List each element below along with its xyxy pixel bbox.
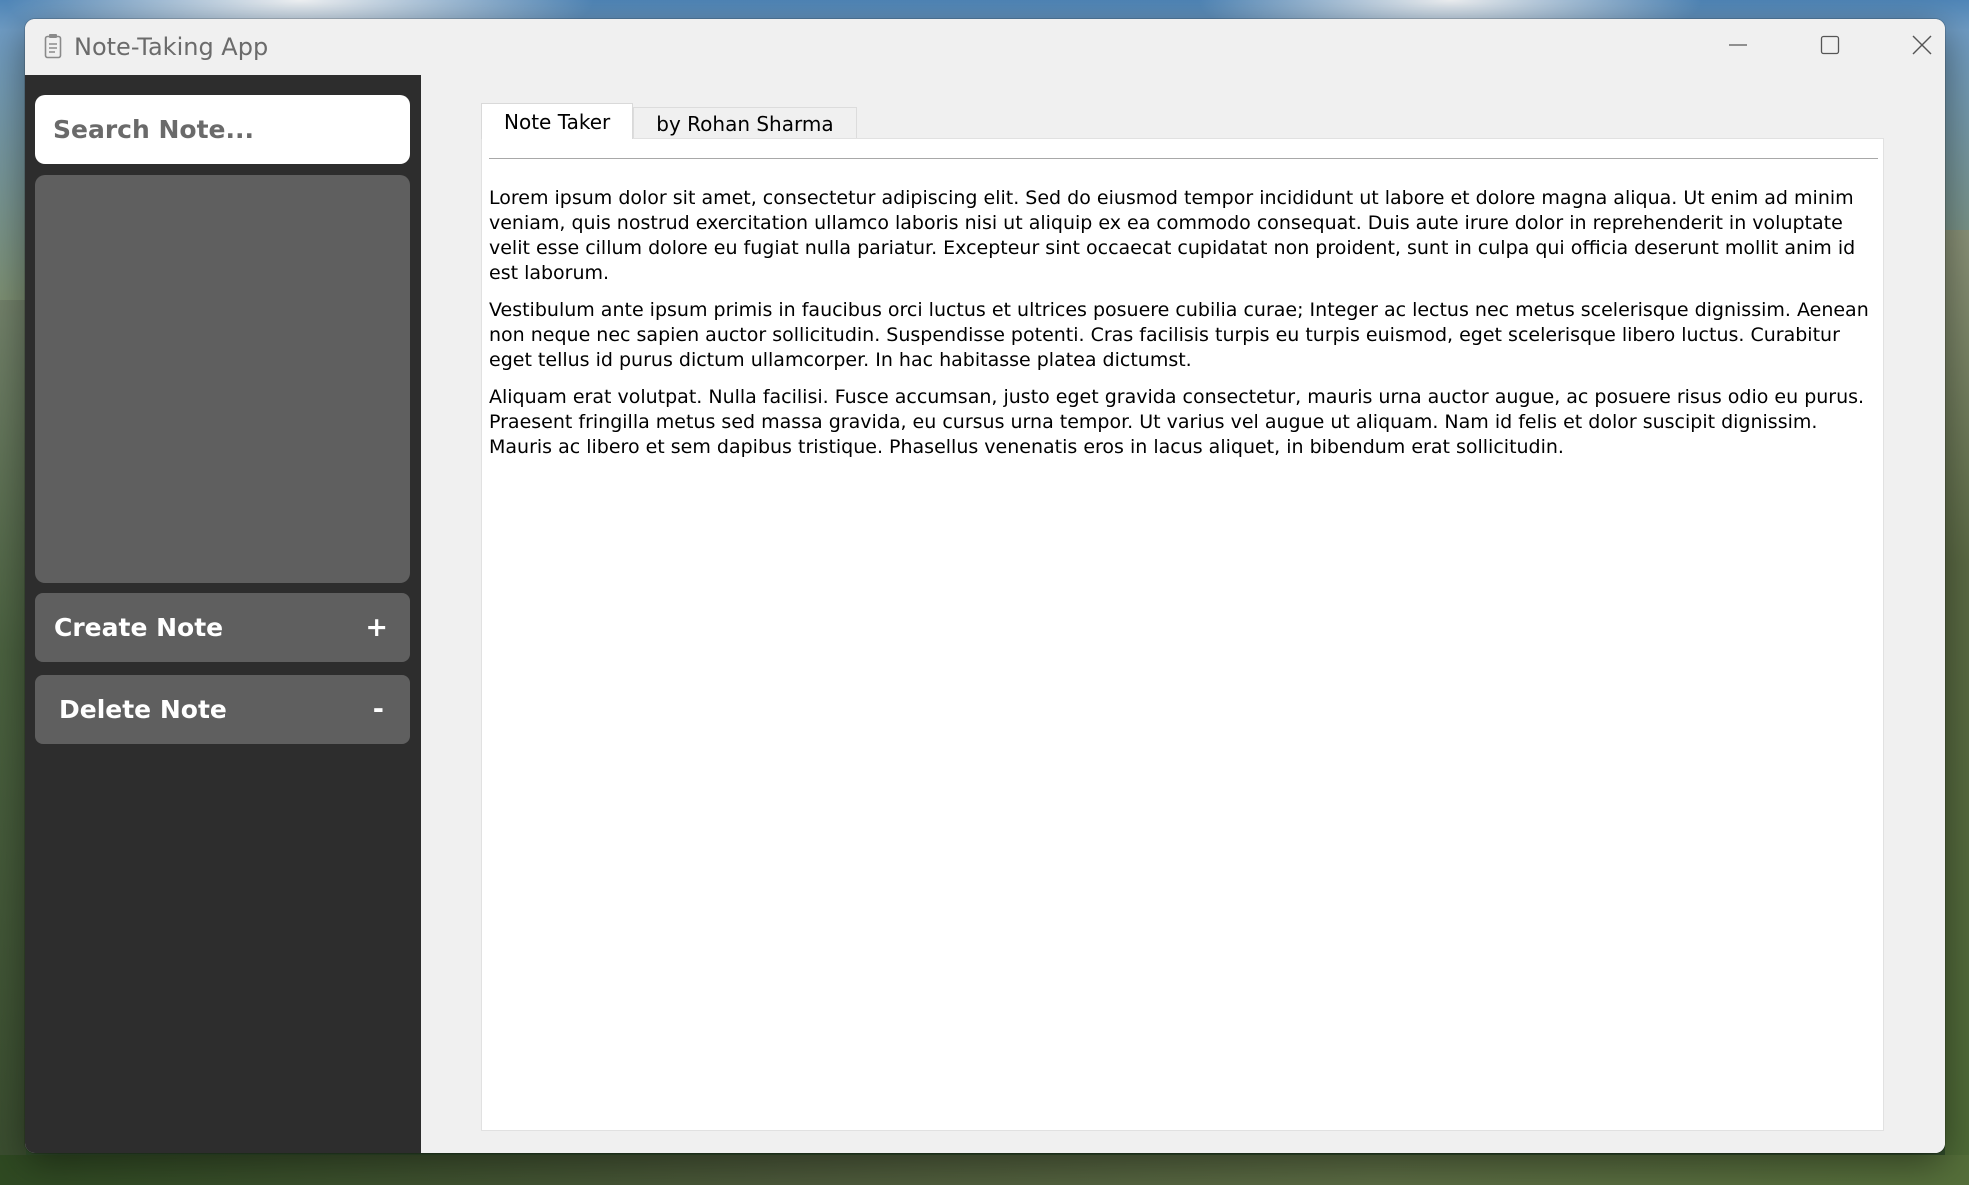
tab-bar: Note Taker by Rohan Sharma: [481, 103, 857, 139]
close-icon: [1911, 34, 1933, 60]
delete-note-button[interactable]: Delete Note -: [35, 675, 410, 744]
minus-icon: -: [372, 694, 384, 725]
maximize-icon: [1820, 35, 1840, 59]
note-list[interactable]: [35, 175, 410, 583]
note-editor-panel[interactable]: Lorem ipsum dolor sit amet, consectetur …: [481, 138, 1884, 1131]
search-box[interactable]: [35, 95, 410, 164]
desktop-background-right: [1945, 230, 1969, 1185]
tab-note-taker[interactable]: Note Taker: [481, 103, 634, 139]
note-paragraph: Aliquam erat volutpat. Nulla facilisi. F…: [489, 386, 1865, 458]
divider: [489, 158, 1878, 159]
create-note-button[interactable]: Create Note +: [35, 593, 410, 662]
window-title: Note-Taking App: [74, 33, 269, 61]
app-window: Note-Taking App Create Note: [25, 19, 1945, 1153]
note-content[interactable]: Lorem ipsum dolor sit amet, consectetur …: [489, 186, 1871, 472]
create-note-label: Create Note: [54, 613, 224, 642]
delete-note-label: Delete Note: [59, 695, 227, 724]
close-button[interactable]: [1876, 19, 1945, 75]
title-bar[interactable]: Note-Taking App: [25, 19, 1945, 75]
desktop-background-bottom: [0, 1155, 1969, 1185]
sidebar: Create Note + Delete Note -: [25, 75, 421, 1153]
plus-icon: +: [365, 612, 388, 643]
main-area: Note Taker by Rohan Sharma Lorem ipsum d…: [421, 75, 1945, 1153]
tab-by-rohan-sharma[interactable]: by Rohan Sharma: [633, 107, 857, 139]
notepad-icon: [44, 33, 62, 59]
desktop-background-left: [0, 300, 26, 1185]
search-input[interactable]: [51, 114, 394, 145]
minimize-button[interactable]: [1692, 19, 1784, 75]
note-paragraph: Vestibulum ante ipsum primis in faucibus…: [489, 299, 1869, 371]
note-paragraph: Lorem ipsum dolor sit amet, consectetur …: [489, 187, 1856, 284]
maximize-button[interactable]: [1784, 19, 1876, 75]
minimize-icon: [1728, 35, 1748, 59]
